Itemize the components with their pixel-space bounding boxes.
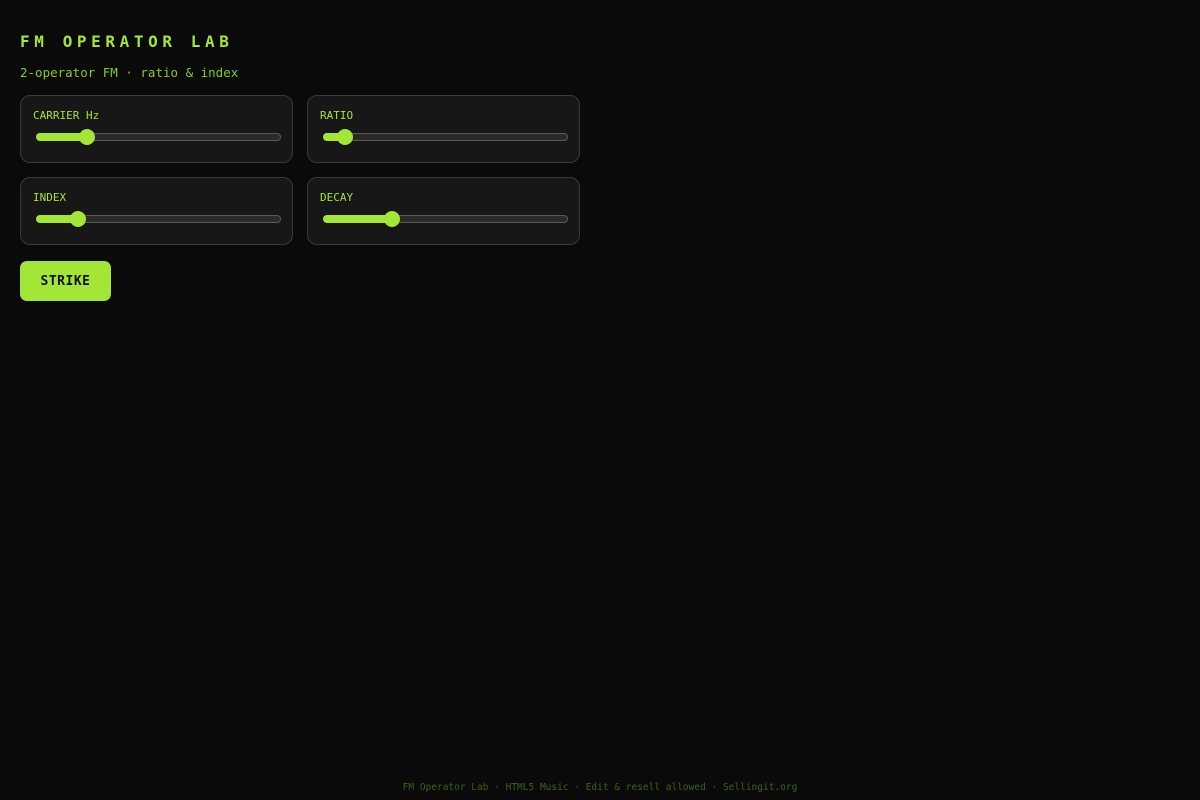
page-subtitle: 2-operator FM · ratio & index	[20, 65, 239, 80]
decay-slider-fill	[323, 215, 392, 223]
carrier-control-card: CARRIER Hz	[20, 95, 293, 163]
carrier-label: CARRIER Hz	[33, 109, 100, 122]
footer-credits: FM Operator Lab · HTML5 Music · Edit & r…	[402, 782, 798, 793]
decay-slider-thumb[interactable]	[383, 211, 400, 227]
ratio-slider-thumb[interactable]	[337, 129, 354, 145]
ratio-slider-track	[323, 133, 568, 141]
ratio-slider[interactable]	[323, 129, 568, 145]
ratio-control-card: RATIO	[307, 95, 580, 163]
index-label: INDEX	[33, 191, 67, 204]
carrier-slider[interactable]	[36, 129, 281, 145]
index-slider[interactable]	[36, 211, 281, 227]
carrier-slider-thumb[interactable]	[79, 129, 96, 145]
decay-slider[interactable]	[323, 211, 568, 227]
page-title: FM OPERATOR LAB	[20, 32, 234, 51]
controls-grid: CARRIER Hz RATIO INDEX DECAY	[20, 95, 580, 245]
decay-control-card: DECAY	[307, 177, 580, 245]
strike-button[interactable]: STRIKE	[20, 261, 111, 301]
index-slider-thumb[interactable]	[69, 211, 86, 227]
app-page: FM OPERATOR LAB 2-operator FM · ratio & …	[0, 0, 1200, 800]
ratio-label: RATIO	[320, 109, 354, 122]
decay-label: DECAY	[320, 191, 354, 204]
index-control-card: INDEX	[20, 177, 293, 245]
